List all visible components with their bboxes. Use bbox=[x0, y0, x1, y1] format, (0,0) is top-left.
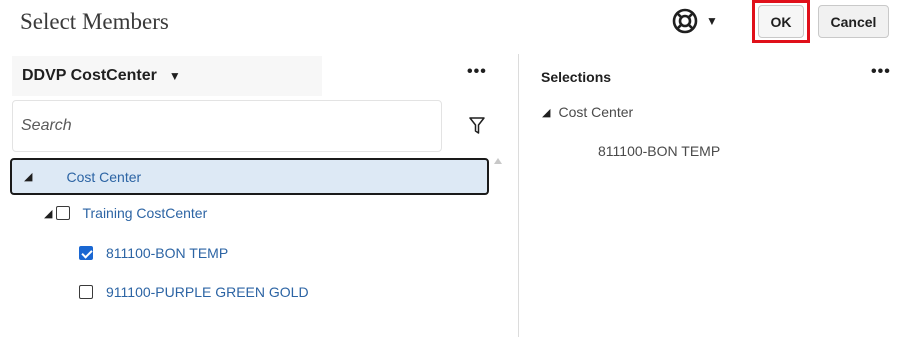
tree-item-911100[interactable]: 911100-PURPLE GREEN GOLD bbox=[79, 283, 309, 301]
chevron-down-icon: ▼ bbox=[168, 69, 181, 83]
right-panel-more-button[interactable]: ••• bbox=[871, 63, 891, 81]
collapse-triangle-icon[interactable]: ◢ bbox=[542, 106, 550, 119]
dimension-label: DDVP CostCenter bbox=[22, 67, 157, 84]
search-input[interactable] bbox=[21, 117, 441, 135]
tree-item-label: Cost Center bbox=[66, 168, 142, 185]
left-panel-more-button[interactable]: ••• bbox=[467, 63, 487, 81]
tree-item-training-costcenter[interactable]: ◢ Training CostCenter bbox=[44, 204, 207, 222]
tree-item-811100[interactable]: 811100-BON TEMP bbox=[79, 244, 228, 262]
lifebuoy-icon bbox=[672, 8, 698, 34]
selection-item-label: Cost Center bbox=[558, 104, 634, 120]
scroll-up-arrow[interactable] bbox=[494, 158, 502, 164]
panel-divider bbox=[518, 54, 519, 337]
ok-button[interactable]: OK bbox=[758, 5, 804, 38]
selection-item-cost-center[interactable]: ◢ Cost Center bbox=[542, 104, 633, 120]
checkbox-checked[interactable] bbox=[79, 246, 93, 260]
filter-icon[interactable] bbox=[469, 117, 485, 135]
chevron-down-icon: ▼ bbox=[706, 14, 718, 28]
cancel-button[interactable]: Cancel bbox=[818, 5, 889, 38]
dimension-selector[interactable]: DDVP CostCenter ▼ bbox=[12, 56, 322, 96]
search-field[interactable] bbox=[12, 100, 442, 152]
tree-item-label: 811100-BON TEMP bbox=[106, 245, 229, 261]
selections-title: Selections bbox=[541, 69, 612, 85]
checkbox[interactable] bbox=[79, 285, 93, 299]
tree-item-label: 911100-PURPLE GREEN GOLD bbox=[106, 284, 309, 300]
dialog-title: Select Members bbox=[20, 9, 169, 34]
tree-item-label: Training CostCenter bbox=[82, 205, 208, 221]
selection-item-811100[interactable]: 811100-BON TEMP bbox=[598, 143, 720, 159]
help-menu-button[interactable]: ▼ bbox=[672, 8, 718, 34]
tree-item-cost-center[interactable]: ◢ Cost Center bbox=[10, 158, 489, 195]
collapse-triangle-icon[interactable]: ◢ bbox=[24, 170, 32, 183]
checkbox[interactable] bbox=[56, 206, 71, 220]
collapse-triangle-icon[interactable]: ◢ bbox=[44, 207, 52, 220]
